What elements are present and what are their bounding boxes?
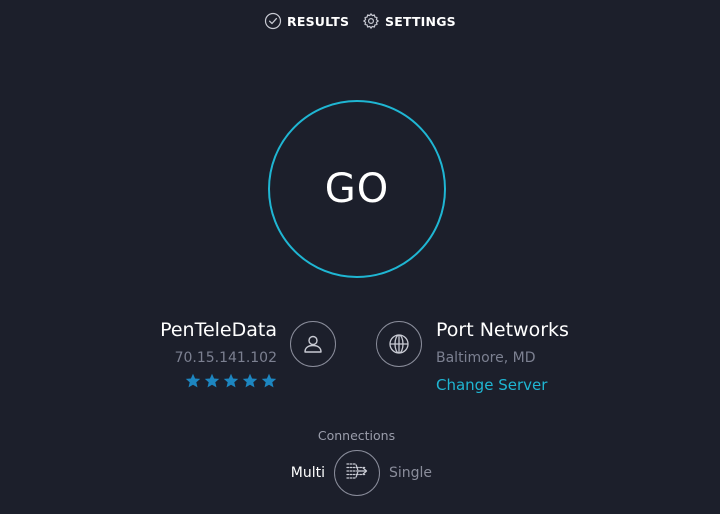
gear-icon (362, 12, 380, 30)
go-label: GO (324, 166, 390, 212)
results-nav-item[interactable]: RESULTS (264, 12, 349, 30)
globe-icon (376, 321, 422, 367)
single-connection-option[interactable]: Single (389, 465, 432, 481)
connections-toggle-icon (344, 458, 370, 488)
check-circle-icon (264, 12, 282, 30)
isp-ip-address: 70.15.141.102 (174, 350, 277, 366)
star-icon (204, 373, 220, 389)
connections-title: Connections (317, 428, 396, 443)
change-server-link[interactable]: Change Server (436, 376, 547, 394)
go-button[interactable]: GO (268, 100, 446, 278)
star-icon (185, 373, 201, 389)
star-icon (223, 373, 239, 389)
isp-rating (185, 373, 277, 389)
top-nav: RESULTS SETTINGS (0, 12, 720, 34)
settings-nav-item[interactable]: SETTINGS (362, 12, 456, 30)
user-icon (290, 321, 336, 367)
server-location: Baltimore, MD (436, 350, 536, 366)
star-icon (242, 373, 258, 389)
multi-connection-option[interactable]: Multi (291, 465, 325, 481)
server-name: Port Networks (436, 319, 569, 341)
star-icon (261, 373, 277, 389)
isp-name: PenTeleData (160, 319, 277, 341)
results-label: RESULTS (287, 13, 350, 29)
connections-toggle-button[interactable] (334, 450, 380, 496)
settings-label: SETTINGS (385, 13, 456, 29)
speedtest-app: RESULTS SETTINGS GO PenTeleData 70.15.14… (0, 0, 720, 514)
